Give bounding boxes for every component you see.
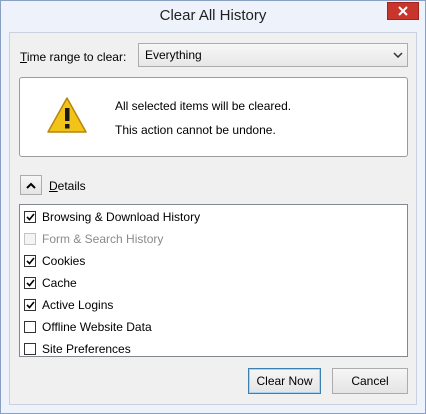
warning-panel: All selected items will be cleared. This… — [19, 77, 408, 157]
checkmark-icon — [25, 213, 35, 221]
checkmark-icon — [25, 301, 35, 309]
list-item-label: Cookies — [42, 254, 86, 268]
time-range-value: Everything — [145, 48, 202, 62]
list-item-form-search-history: Form & Search History — [24, 229, 163, 249]
window-title: Clear All History — [159, 7, 267, 24]
chevron-down-icon — [389, 52, 407, 58]
close-icon — [398, 6, 408, 16]
warning-text-line1: All selected items will be cleared. — [115, 99, 292, 113]
clear-history-dialog: Clear All History Time range to clear: E… — [0, 0, 426, 414]
checkbox[interactable] — [24, 321, 36, 333]
checkbox[interactable] — [24, 255, 36, 267]
title-bar[interactable]: Clear All History — [1, 1, 425, 31]
checkbox[interactable] — [24, 211, 36, 223]
list-item-label: Cache — [42, 276, 77, 290]
warning-icon — [47, 97, 87, 133]
warning-text-line2: This action cannot be undone. — [115, 123, 276, 137]
list-item-label: Offline Website Data — [42, 320, 152, 334]
list-item-label: Browsing & Download History — [42, 210, 201, 224]
details-toggle-button[interactable] — [20, 175, 42, 195]
list-item-site-preferences[interactable]: Site Preferences — [24, 339, 131, 359]
list-item-offline-website-data[interactable]: Offline Website Data — [24, 317, 152, 337]
list-item-cache[interactable]: Cache — [24, 273, 77, 293]
details-label[interactable]: Details — [49, 179, 86, 193]
checkbox[interactable] — [24, 277, 36, 289]
clear-now-button[interactable]: Clear Now — [248, 368, 321, 394]
checkmark-icon — [25, 279, 35, 287]
checkbox — [24, 233, 36, 245]
dialog-body: Time range to clear: Everything All sele… — [9, 32, 417, 405]
list-item-label: Form & Search History — [42, 232, 164, 246]
list-item-label: Site Preferences — [42, 342, 131, 356]
checkmark-icon — [25, 257, 35, 265]
time-range-select[interactable]: Everything — [138, 43, 408, 67]
close-button[interactable] — [387, 2, 419, 20]
history-items-list: Browsing & Download History Form & Searc… — [19, 204, 408, 357]
list-item-active-logins[interactable]: Active Logins — [24, 295, 113, 315]
checkbox[interactable] — [24, 343, 36, 355]
cancel-button[interactable]: Cancel — [332, 368, 408, 394]
chevron-up-icon — [26, 182, 36, 189]
checkbox[interactable] — [24, 299, 36, 311]
list-item-label: Active Logins — [42, 298, 114, 312]
list-item-browsing-download-history[interactable]: Browsing & Download History — [24, 207, 200, 227]
time-range-label: Time range to clear: — [20, 50, 127, 64]
list-item-cookies[interactable]: Cookies — [24, 251, 85, 271]
